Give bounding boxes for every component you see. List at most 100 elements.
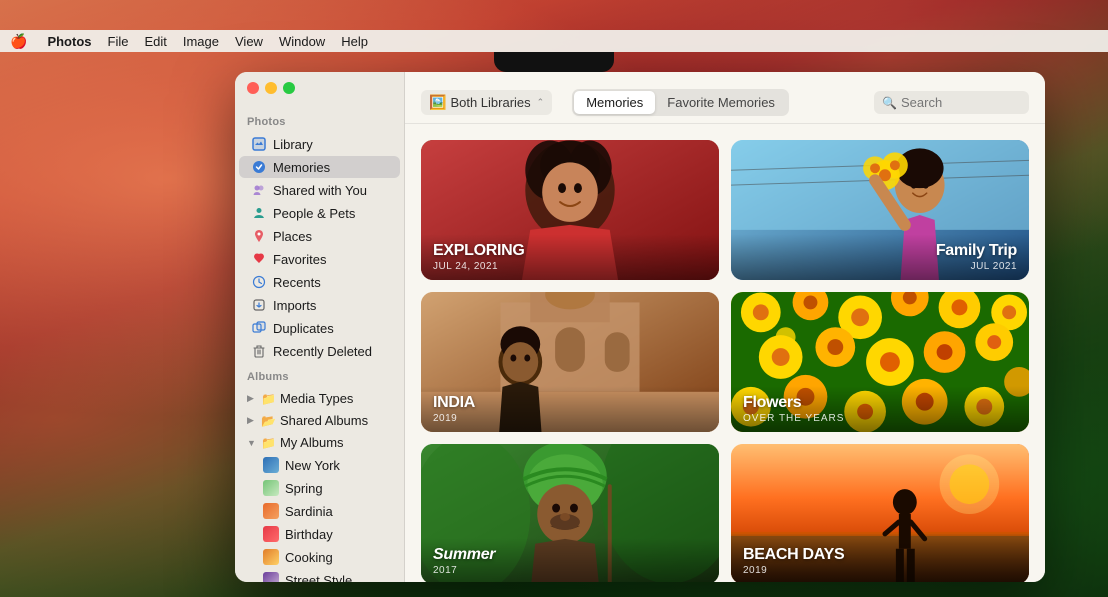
new-york-label: New York	[285, 458, 340, 473]
media-types-label: Media Types	[280, 391, 353, 406]
india-subtitle: 2019	[433, 413, 707, 424]
shared-icon	[251, 182, 267, 198]
menu-view[interactable]: View	[235, 34, 263, 49]
shared-albums-chevron: ▶	[247, 415, 257, 426]
library-selector-label: Both Libraries	[450, 95, 530, 110]
main-content: 🖼️ Both Libraries ⌃ Memories Favorite Me…	[405, 72, 1045, 582]
sidebar-album-spring[interactable]: Spring	[239, 477, 400, 499]
my-albums-icon: 📁	[261, 436, 276, 450]
spring-label: Spring	[285, 481, 323, 496]
app-name: Photos	[47, 34, 91, 49]
media-types-icon: 📁	[261, 392, 276, 406]
summer-title: Summer	[433, 546, 707, 564]
segment-control: Memories Favorite Memories	[572, 89, 789, 116]
search-icon: 🔍	[882, 96, 897, 110]
sidebar-album-sardinia[interactable]: Sardinia	[239, 500, 400, 522]
apple-icon[interactable]: 🍎	[10, 33, 27, 50]
menu-bar: 🍎 Photos File Edit Image View Window Hel…	[0, 30, 1108, 52]
recents-label: Recents	[273, 275, 321, 290]
sidebar-item-library[interactable]: Library	[239, 133, 400, 155]
favorites-icon	[251, 251, 267, 267]
memory-card-summer[interactable]: Summer 2017	[421, 444, 719, 582]
photos-window: Photos Library M	[235, 72, 1045, 582]
memory-card-family-trip[interactable]: Family Trip JUL 2021	[731, 140, 1029, 280]
birthday-thumb	[263, 526, 279, 542]
family-trip-title: Family Trip	[743, 242, 1017, 260]
media-types-chevron: ▶	[247, 393, 257, 404]
memory-card-beach-days[interactable]: BEACH DAYS 2019	[731, 444, 1029, 582]
traffic-lights	[235, 72, 307, 104]
search-input[interactable]	[901, 95, 1021, 110]
street-style-thumb	[263, 572, 279, 582]
menu-image[interactable]: Image	[183, 34, 219, 49]
imports-icon	[251, 297, 267, 313]
photos-section-label: Photos	[235, 108, 404, 132]
memories-grid: EXPLORING JUL 24, 2021	[405, 124, 1045, 582]
sidebar-item-recently-deleted[interactable]: Recently Deleted	[239, 340, 400, 362]
recents-icon	[251, 274, 267, 290]
sidebar-group-shared-albums[interactable]: ▶ 📂 Shared Albums	[239, 410, 400, 431]
albums-section-label: Albums	[235, 363, 404, 387]
people-label: People & Pets	[273, 206, 355, 221]
flowers-title: Flowers	[743, 394, 1017, 412]
recently-deleted-label: Recently Deleted	[273, 344, 372, 359]
library-selector[interactable]: 🖼️ Both Libraries ⌃	[421, 90, 552, 115]
duplicates-icon	[251, 320, 267, 336]
maximize-button[interactable]	[283, 82, 295, 94]
sidebar-item-people[interactable]: People & Pets	[239, 202, 400, 224]
india-title: INDIA	[433, 394, 707, 412]
cooking-label: Cooking	[285, 550, 333, 565]
sidebar-item-shared[interactable]: Shared with You	[239, 179, 400, 201]
exploring-title: EXPLORING	[433, 242, 707, 260]
shared-albums-label: Shared Albums	[280, 413, 368, 428]
sidebar-item-imports[interactable]: Imports	[239, 294, 400, 316]
sidebar-group-my-albums[interactable]: ▼ 📁 My Albums	[239, 432, 400, 453]
library-icon	[251, 136, 267, 152]
sidebar-item-places[interactable]: Places	[239, 225, 400, 247]
menu-window[interactable]: Window	[279, 34, 325, 49]
sidebar-group-media-types[interactable]: ▶ 📁 Media Types	[239, 388, 400, 409]
sardinia-label: Sardinia	[285, 504, 333, 519]
segment-favorite-memories[interactable]: Favorite Memories	[655, 91, 787, 114]
memory-card-flowers[interactable]: Flowers OVER THE YEARS	[731, 292, 1029, 432]
shared-label: Shared with You	[273, 183, 367, 198]
summer-subtitle: 2017	[433, 565, 707, 576]
minimize-button[interactable]	[265, 82, 277, 94]
my-albums-label: My Albums	[280, 435, 344, 450]
menu-help[interactable]: Help	[341, 34, 368, 49]
memories-label: Memories	[273, 160, 330, 175]
toolbar: 🖼️ Both Libraries ⌃ Memories Favorite Me…	[405, 72, 1045, 124]
places-icon	[251, 228, 267, 244]
places-label: Places	[273, 229, 312, 244]
memory-card-exploring[interactable]: EXPLORING JUL 24, 2021	[421, 140, 719, 280]
library-label: Library	[273, 137, 313, 152]
shared-albums-icon: 📂	[261, 414, 276, 428]
cooking-thumb	[263, 549, 279, 565]
search-box[interactable]: 🔍	[874, 91, 1029, 114]
sidebar-album-birthday[interactable]: Birthday	[239, 523, 400, 545]
sidebar-item-favorites[interactable]: Favorites	[239, 248, 400, 270]
favorites-label: Favorites	[273, 252, 326, 267]
notch	[494, 52, 614, 72]
imports-label: Imports	[273, 298, 316, 313]
family-trip-subtitle: JUL 2021	[743, 261, 1017, 272]
exploring-subtitle: JUL 24, 2021	[433, 261, 707, 272]
sidebar-item-duplicates[interactable]: Duplicates	[239, 317, 400, 339]
menu-edit[interactable]: Edit	[144, 34, 166, 49]
spring-thumb	[263, 480, 279, 496]
memory-card-india[interactable]: INDIA 2019	[421, 292, 719, 432]
my-albums-chevron: ▼	[247, 438, 257, 448]
sidebar-item-memories[interactable]: Memories	[239, 156, 400, 178]
beach-days-title: BEACH DAYS	[743, 546, 1017, 564]
library-selector-icon: 🖼️	[429, 94, 446, 111]
menu-file[interactable]: File	[108, 34, 129, 49]
duplicates-label: Duplicates	[273, 321, 334, 336]
close-button[interactable]	[247, 82, 259, 94]
sidebar-album-street-style[interactable]: Street Style	[239, 569, 400, 582]
sidebar-item-recents[interactable]: Recents	[239, 271, 400, 293]
new-york-thumb	[263, 457, 279, 473]
segment-memories[interactable]: Memories	[574, 91, 655, 114]
people-icon	[251, 205, 267, 221]
sidebar-album-cooking[interactable]: Cooking	[239, 546, 400, 568]
sidebar-album-new-york[interactable]: New York	[239, 454, 400, 476]
